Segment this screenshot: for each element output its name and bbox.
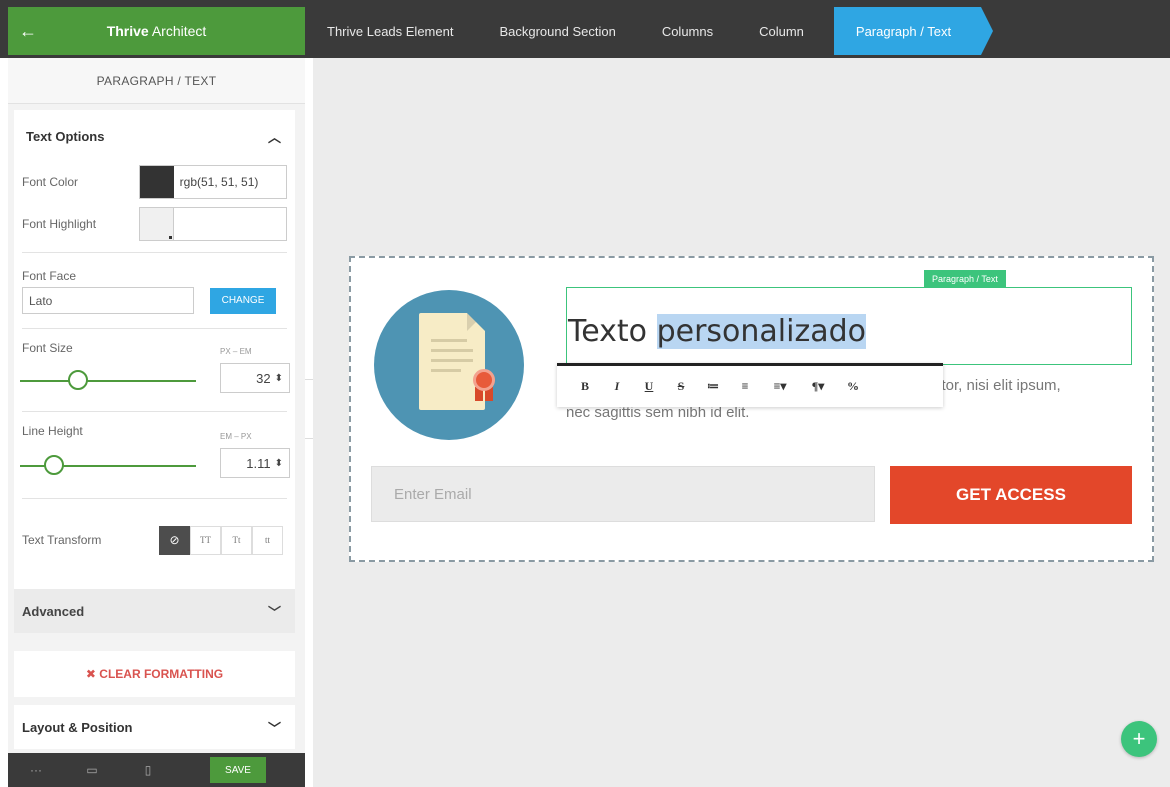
transform-none-button[interactable]: ⊘ bbox=[159, 525, 190, 555]
breadcrumb-item[interactable]: Thrive Leads Element bbox=[305, 7, 477, 55]
add-element-button[interactable]: + bbox=[1121, 721, 1157, 757]
font-size-unit-toggle[interactable]: PX – EM bbox=[220, 347, 252, 356]
brand-bar: ← Thrive Architect bbox=[8, 7, 305, 55]
italic-button[interactable]: I bbox=[601, 379, 633, 394]
more-icon[interactable]: ··· bbox=[8, 763, 64, 777]
stepper-arrows-icon[interactable]: ⬍ bbox=[275, 373, 283, 384]
breadcrumb-item[interactable]: Column bbox=[737, 7, 828, 55]
bold-button[interactable]: B bbox=[569, 379, 601, 394]
certificate-illustration bbox=[374, 290, 524, 440]
responsive-devices-icon[interactable]: ▭ bbox=[64, 763, 120, 777]
font-color-label: Font Color bbox=[22, 175, 79, 189]
line-height-slider[interactable] bbox=[20, 455, 196, 475]
line-height-row: Line Height EM – PX 1.11 ⬍ bbox=[14, 418, 295, 490]
top-bar: ← Thrive Architect Thrive Leads Element … bbox=[0, 0, 1170, 58]
divider bbox=[22, 411, 287, 412]
plus-icon[interactable]: + bbox=[1133, 726, 1146, 752]
numbered-list-icon[interactable]: ≡ bbox=[729, 379, 761, 394]
inline-format-toolbar: B I U S ≔ ≡ ≡▾ ¶▾ % bbox=[557, 363, 943, 407]
breadcrumb-item[interactable]: Columns bbox=[640, 7, 737, 55]
transform-uppercase-button[interactable]: TT bbox=[190, 525, 221, 555]
font-color-picker[interactable]: rgb(51, 51, 51) bbox=[138, 165, 287, 199]
get-access-button[interactable]: GET ACCESS bbox=[890, 466, 1132, 524]
thrive-leads-element[interactable]: Paragraph / Text Texto personalizado cto… bbox=[349, 256, 1154, 562]
line-height-value[interactable]: 1.11 bbox=[246, 456, 270, 471]
font-highlight-picker[interactable] bbox=[138, 207, 287, 241]
save-button[interactable]: SAVE bbox=[210, 757, 266, 783]
headline-selection[interactable]: personalizado bbox=[656, 314, 866, 349]
divider bbox=[22, 252, 287, 253]
font-size-slider-handle[interactable] bbox=[68, 370, 88, 390]
chevron-down-icon[interactable]: ﹀ bbox=[268, 602, 281, 621]
sidebar: PARAGRAPH / TEXT Text Options ︿ Font Col… bbox=[8, 58, 305, 787]
layout-position-label: Layout & Position bbox=[22, 719, 133, 735]
breadcrumb-item-active[interactable]: Paragraph / Text bbox=[833, 7, 994, 55]
divider bbox=[22, 328, 287, 329]
change-font-button[interactable]: CHANGE bbox=[210, 287, 276, 314]
text-transform-label: Text Transform bbox=[22, 533, 102, 547]
font-face-input[interactable]: Lato bbox=[22, 287, 194, 314]
link-icon[interactable]: % bbox=[837, 379, 869, 394]
font-size-value[interactable]: 32 bbox=[256, 371, 270, 386]
headline-text[interactable]: Texto personalizado bbox=[568, 314, 866, 349]
transform-lowercase-button[interactable]: tt bbox=[252, 525, 283, 555]
font-highlight-row: Font Highlight bbox=[14, 202, 295, 246]
headline-plain[interactable]: Texto bbox=[568, 314, 657, 349]
text-transform-row: Text Transform ⊘ TT Tt tt bbox=[14, 505, 295, 575]
advanced-label: Advanced bbox=[22, 603, 85, 619]
app-title: Thrive Architect bbox=[106, 23, 207, 39]
arrow-left-icon[interactable]: ← bbox=[8, 21, 48, 42]
text-transform-group: ⊘ TT Tt tt bbox=[159, 525, 283, 555]
sidebar-title: PARAGRAPH / TEXT bbox=[8, 58, 305, 104]
chevron-down-icon[interactable]: ﹀ bbox=[268, 718, 281, 737]
element-type-tag: Paragraph / Text bbox=[924, 270, 1006, 288]
layout-position-header[interactable]: Layout & Position ﹀ bbox=[14, 705, 295, 749]
line-height-slider-handle[interactable] bbox=[44, 455, 64, 475]
stepper-arrows-icon[interactable]: ⬍ bbox=[275, 458, 283, 469]
sidebar-bottom-bar: ··· ▭ ▯ SAVE bbox=[8, 753, 305, 787]
advanced-section-header[interactable]: Advanced ﹀ bbox=[14, 589, 295, 633]
font-size-slider[interactable] bbox=[20, 370, 196, 390]
font-face-row: Font Face Lato CHANGE bbox=[14, 259, 295, 314]
breadcrumb: Thrive Leads Element Background Section … bbox=[305, 7, 994, 55]
email-field[interactable]: Enter Email bbox=[371, 466, 875, 522]
font-color-row: Font Color rgb(51, 51, 51) bbox=[14, 162, 295, 202]
divider bbox=[22, 498, 287, 499]
font-highlight-swatch[interactable] bbox=[139, 208, 174, 240]
font-highlight-label: Font Highlight bbox=[22, 217, 97, 231]
strikethrough-button[interactable]: S bbox=[665, 379, 697, 394]
font-color-swatch[interactable] bbox=[139, 166, 174, 198]
paragraph-dropdown-icon[interactable]: ¶▾ bbox=[799, 379, 837, 394]
chevron-up-icon[interactable]: ︿ bbox=[268, 127, 281, 146]
page-settings-icon[interactable]: ▯ bbox=[120, 763, 176, 777]
breadcrumb-item[interactable]: Background Section bbox=[477, 7, 639, 55]
text-options-heading: Text Options bbox=[26, 128, 105, 144]
document-icon bbox=[419, 313, 495, 410]
font-color-value[interactable]: rgb(51, 51, 51) bbox=[174, 166, 259, 198]
bullet-list-icon[interactable]: ≔ bbox=[697, 379, 729, 394]
text-options-panel: Text Options ︿ Font Color rgb(51, 51, 51… bbox=[14, 110, 295, 589]
clear-formatting-button[interactable]: ✖ CLEAR FORMATTING bbox=[14, 651, 295, 697]
text-options-header[interactable]: Text Options ︿ bbox=[14, 110, 295, 162]
line-height-unit-toggle[interactable]: EM – PX bbox=[220, 432, 252, 441]
font-face-label: Font Face bbox=[22, 269, 77, 283]
font-highlight-value[interactable] bbox=[174, 208, 180, 240]
font-size-row: Font Size PX – EM 32 ⬍ bbox=[14, 335, 295, 405]
font-size-stepper[interactable]: 32 ⬍ bbox=[220, 363, 290, 393]
line-height-stepper[interactable]: 1.11 ⬍ bbox=[220, 448, 290, 478]
award-seal-icon bbox=[473, 369, 495, 391]
underline-button[interactable]: U bbox=[633, 379, 665, 394]
transform-capitalize-button[interactable]: Tt bbox=[221, 525, 252, 555]
align-dropdown-icon[interactable]: ≡▾ bbox=[761, 379, 799, 394]
